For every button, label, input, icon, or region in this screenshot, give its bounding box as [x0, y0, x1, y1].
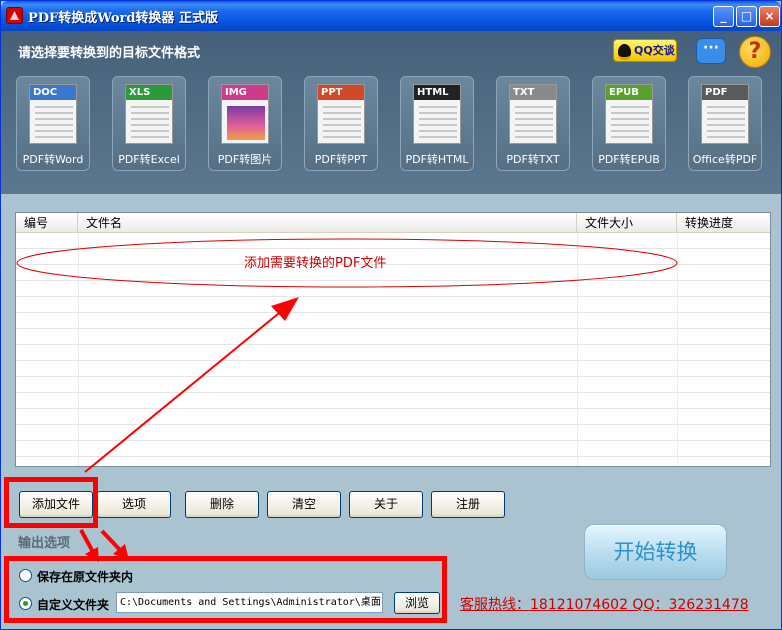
app-window: PDF转换成Word转换器 正式版 _ □ × 请选择要转换到的目标文件格式 Q… — [0, 0, 782, 630]
annotation-arrow-line — [79, 529, 95, 553]
annotation-ellipse — [16, 238, 678, 288]
annotation-arrow-line — [84, 308, 285, 473]
annotation-overlay — [16, 238, 678, 562]
annotation-arrow-line — [100, 529, 123, 553]
